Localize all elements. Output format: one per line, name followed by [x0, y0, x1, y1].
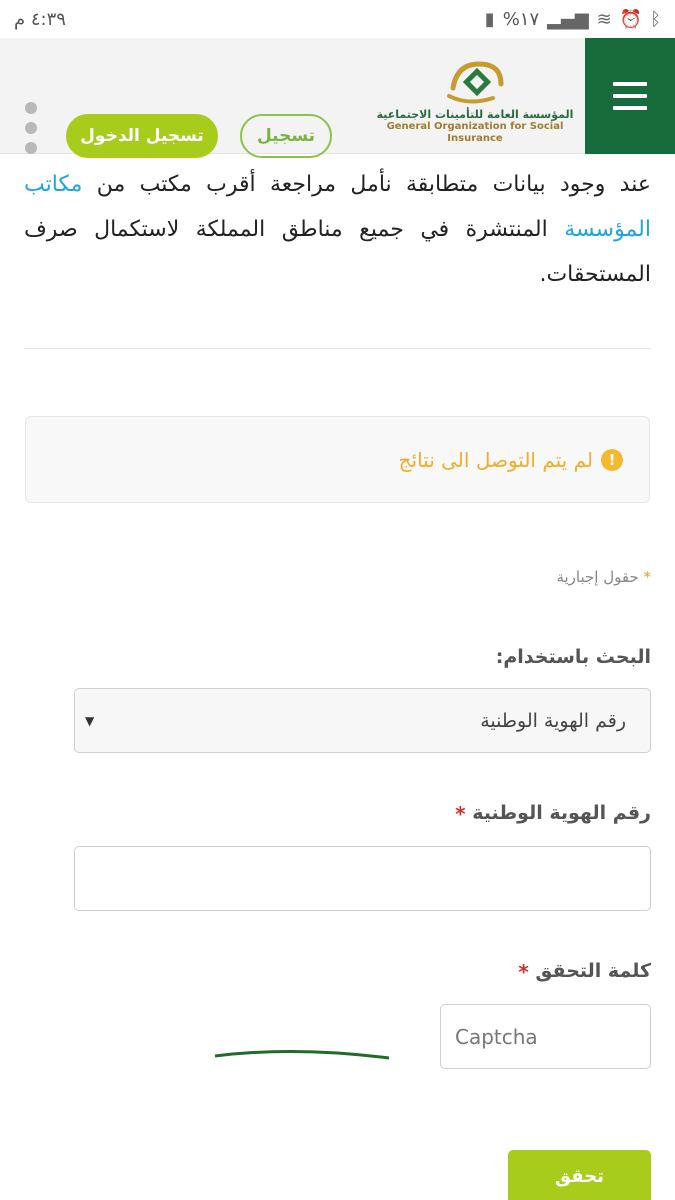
hamburger-menu-icon[interactable] — [585, 38, 675, 154]
login-button[interactable]: تسجيل الدخول — [66, 114, 218, 158]
logo-emblem-icon — [447, 61, 504, 104]
national-id-input[interactable] — [74, 846, 651, 911]
captcha-label-text: كلمة التحقق — [535, 960, 651, 982]
battery-percent: %١٧ — [502, 8, 540, 30]
alarm-icon: ⏰ — [619, 8, 643, 30]
section-divider — [24, 348, 651, 349]
status-bar: ٤:٣٩ م ▮ %١٧ ▂▄▆ ≋ ⏰ ᛒ — [0, 0, 675, 38]
bluetooth-icon: ᛒ — [650, 8, 661, 30]
required-fields-note: * حقول إجبارية — [556, 568, 651, 586]
site-header: المؤسسة العامة للتأمينات الاجتماعية Gene… — [0, 38, 675, 158]
no-results-alert: ! لم يتم التوصل الى نتائج — [25, 416, 650, 503]
wifi-icon: ≋ — [596, 8, 612, 30]
paragraph-text-1: عند وجود بيانات متطابقة نأمل مراجعة أقرب… — [82, 172, 651, 197]
captcha-image: 1262 — [205, 1000, 390, 1066]
signal-icon: ▂▄▆ — [547, 8, 589, 30]
search-by-select[interactable]: رقم الهوية الوطنية ▼ — [74, 688, 651, 753]
required-star: * — [455, 802, 466, 826]
logo-text-arabic: المؤسسة العامة للتأمينات الاجتماعية — [376, 108, 574, 121]
national-id-label-text: رقم الهوية الوطنية — [472, 802, 651, 824]
national-id-label: رقم الهوية الوطنية * — [455, 802, 651, 826]
register-button[interactable]: تسجيل — [240, 114, 332, 158]
alert-message: لم يتم التوصل الى نتائج — [398, 447, 593, 472]
battery-icon: ▮ — [484, 8, 495, 30]
required-note-text: حقول إجبارية — [556, 568, 639, 586]
required-star: * — [518, 960, 529, 984]
gosi-logo[interactable]: المؤسسة العامة للتأمينات الاجتماعية Gene… — [375, 58, 575, 144]
status-right: ▮ %١٧ ▂▄▆ ≋ ⏰ ᛒ — [485, 9, 661, 30]
main-content: عند وجود بيانات متطابقة نأمل مراجعة أقرب… — [0, 154, 675, 1200]
status-time: ٤:٣٩ م — [14, 8, 66, 30]
status-left: ٤:٣٩ م — [14, 9, 66, 30]
captcha-input[interactable] — [440, 1004, 651, 1069]
captcha-label: كلمة التحقق * — [518, 960, 651, 984]
search-by-selected-value: رقم الهوية الوطنية — [480, 709, 626, 732]
info-paragraph: عند وجود بيانات متطابقة نأمل مراجعة أقرب… — [24, 162, 651, 297]
search-by-label: البحث باستخدام: — [495, 646, 651, 668]
warning-icon: ! — [601, 448, 623, 471]
dropdown-arrow-icon: ▼ — [85, 713, 95, 728]
logo-text-english: General Organization for Social Insuranc… — [386, 121, 564, 144]
verify-button[interactable]: تحقق — [508, 1150, 651, 1200]
captcha-image-text: 1262 — [205, 1000, 209, 1066]
more-vertical-icon[interactable] — [22, 102, 40, 154]
required-star: * — [643, 568, 652, 586]
paragraph-text-2: المنتشرة في جميع مناطق المملكة لاستكمال … — [24, 217, 651, 287]
